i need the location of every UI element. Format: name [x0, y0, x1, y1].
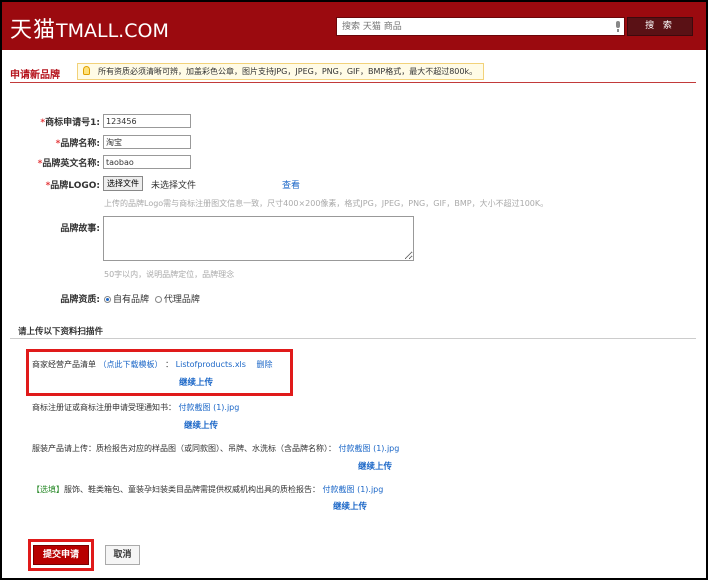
uploaded-file-link[interactable]: 付款截图 (1).jpg [323, 485, 384, 494]
delete-file-link[interactable]: 删除 [257, 360, 273, 369]
notice-text: 所有资质必须清晰可辨，加盖彩色公章，图片支持JPG，JPEG，PNG，GIF，B… [98, 67, 478, 76]
no-file-text: 未选择文件 [151, 181, 197, 191]
search-box [336, 17, 625, 36]
optional-tag: 【选填】 [32, 485, 64, 494]
brand-en-name-input[interactable] [103, 155, 191, 169]
brand-logo-label: *品牌LOGO: [45, 181, 100, 191]
highlight-box [26, 349, 293, 396]
microphone-icon[interactable] [615, 21, 621, 32]
continue-upload-link[interactable]: 继续上传 [358, 460, 392, 472]
brand-name-label: *品牌名称: [55, 139, 100, 149]
page-title: 申请新品牌 [10, 70, 60, 81]
tmall-logo[interactable]: 天猫TMALL.COM [10, 12, 169, 44]
submit-application-button[interactable]: 提交申请 [33, 545, 89, 565]
logo-domain: TMALL.COM [56, 20, 169, 42]
upload-item-trademark-cert: 商标注册证或商标注册申请受理通知书： 付款截图 (1).jpg [32, 403, 240, 412]
brand-story-textarea[interactable] [103, 216, 414, 261]
trademark-label: *商标申请号1: [40, 118, 100, 128]
continue-upload-link[interactable]: 继续上传 [179, 376, 213, 388]
search-input[interactable] [337, 18, 602, 35]
upload-section-title: 请上传以下资料扫描件 [18, 327, 104, 337]
view-logo-link[interactable]: 查看 [282, 178, 300, 191]
radio-checked-icon [104, 296, 111, 303]
radio-own-brand[interactable]: 自有品牌 [104, 295, 149, 305]
cancel-button[interactable]: 取消 [105, 545, 140, 565]
search-button[interactable]: 搜 索 [627, 17, 693, 36]
notice-banner: 所有资质必须清晰可辨，加盖彩色公章，图片支持JPG，JPEG，PNG，GIF，B… [77, 63, 485, 80]
lightbulb-icon [83, 66, 90, 75]
brand-qualification-label: 品牌资质: [60, 295, 100, 305]
logo-cn: 天猫 [10, 18, 57, 43]
radio-agent-brand[interactable]: 代理品牌 [154, 295, 200, 305]
brand-story-hint: 50字以内，说明品牌定位，品牌理念 [104, 270, 235, 279]
logo-hint: 上传的品牌Logo需与商标注册图文信息一致，尺寸400×200像素，格式JPG，… [104, 199, 549, 208]
continue-upload-link[interactable]: 继续上传 [184, 419, 218, 431]
upload-item-product-list: 商家经营产品清单 （点此下载模板） ： Listofproducts.xls 删… [32, 360, 273, 369]
brand-name-input[interactable] [103, 135, 191, 149]
download-template-link[interactable]: （点此下载模板） [99, 360, 163, 369]
brand-story-label: 品牌故事: [60, 224, 100, 234]
uploaded-file-link[interactable]: Listofproducts.xls [176, 360, 246, 369]
upload-section-header: 请上传以下资料扫描件 [10, 322, 696, 339]
site-header: 天猫TMALL.COM 搜 索 [2, 2, 706, 50]
choose-file-button[interactable]: 选择文件 [103, 176, 143, 191]
uploaded-file-link[interactable]: 付款截图 (1).jpg [339, 444, 400, 453]
uploaded-file-link[interactable]: 付款截图 (1).jpg [179, 403, 240, 412]
upload-item-quality-report: 【选填】服饰、鞋类箱包、童装孕妇装类目品牌需提供权威机构出具的质检报告： 付款截… [32, 485, 384, 494]
upload-item-apparel: 服装产品请上传：质检报告对应的样品图（或同款图）、吊牌、水洗标（含品牌名称）： … [32, 444, 400, 453]
radio-unchecked-icon [154, 296, 162, 303]
page-frame: 天猫TMALL.COM 搜 索 申请新品牌 所有资质必须清晰可辨，加盖彩色公章，… [2, 2, 706, 578]
continue-upload-link[interactable]: 继续上传 [333, 500, 367, 512]
brand-en-name-label: *品牌英文名称: [37, 159, 100, 169]
trademark-number-input[interactable] [103, 114, 191, 128]
qualification-options: 自有品牌 代理品牌 [104, 292, 200, 305]
page-title-bar: 申请新品牌 所有资质必须清晰可辨，加盖彩色公章，图片支持JPG，JPEG，PNG… [10, 62, 696, 83]
